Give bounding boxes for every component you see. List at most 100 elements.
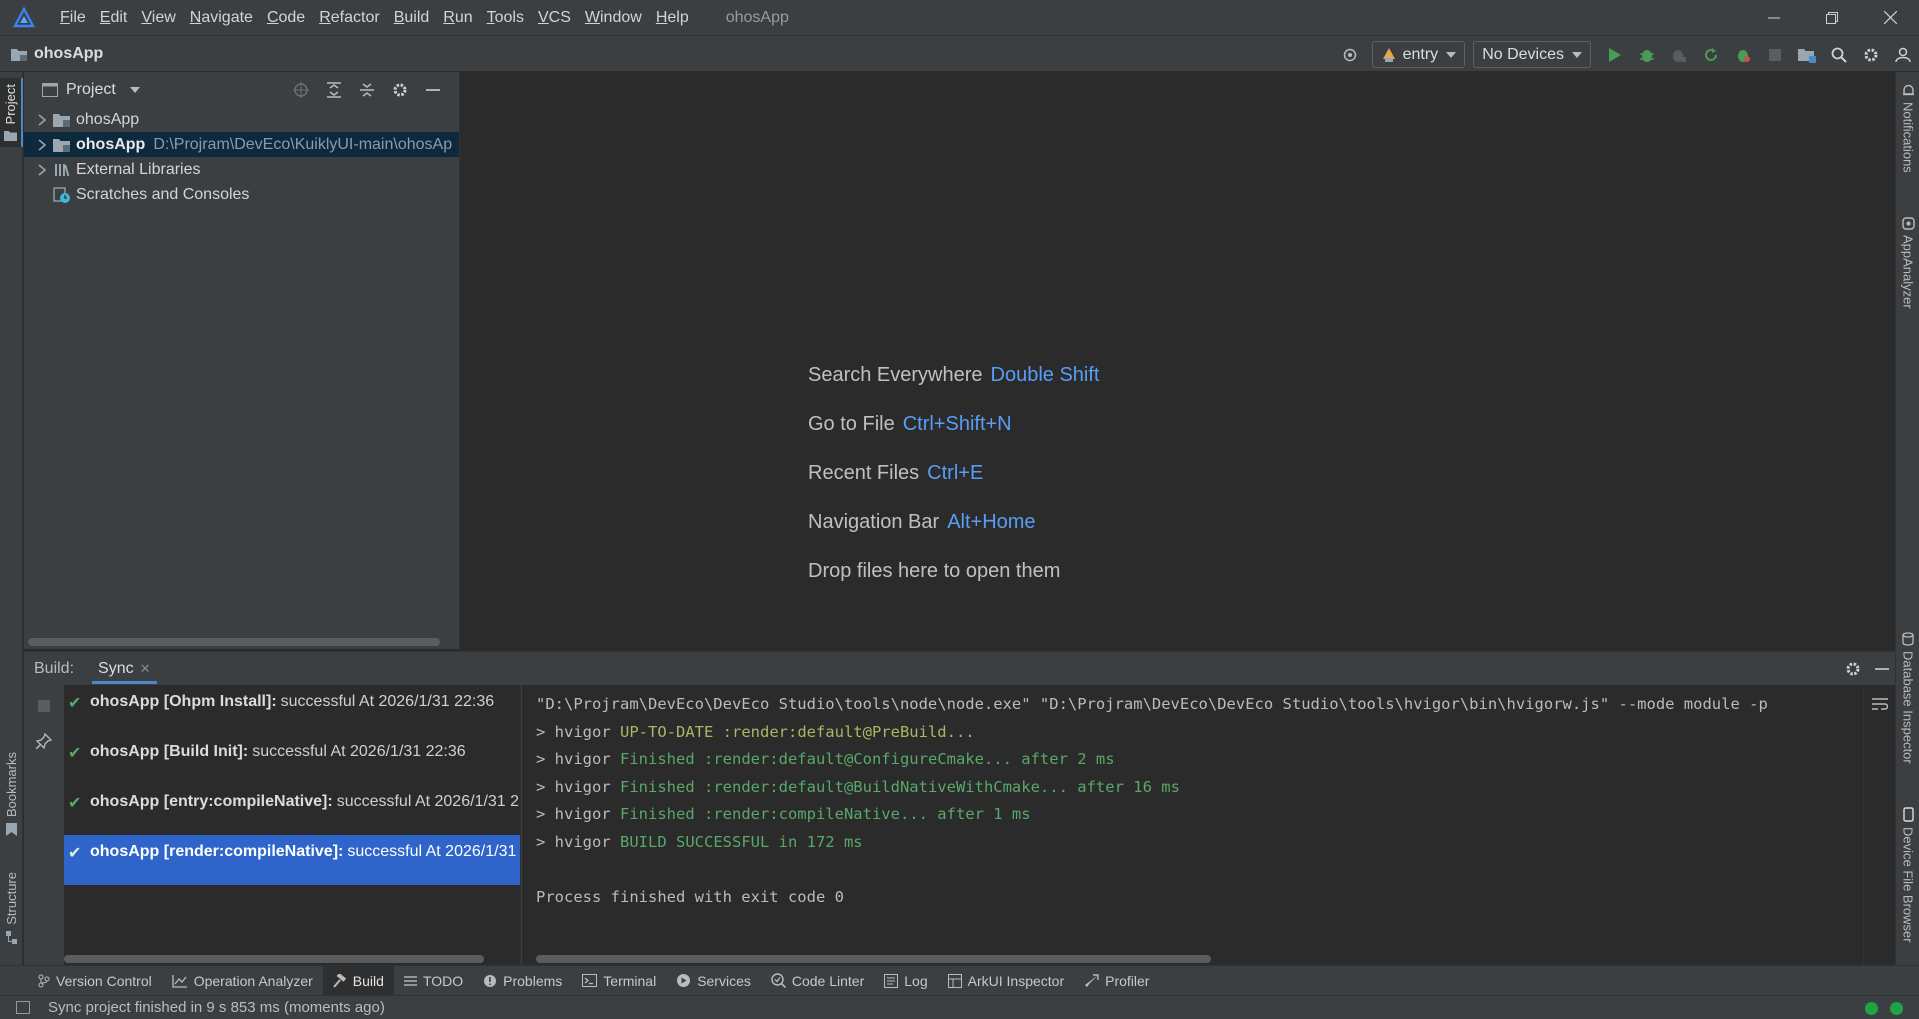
project-options-button[interactable] [383, 72, 416, 107]
build-task-row-selected[interactable]: ✔ ohosApp [render:compileNative]: succes… [64, 835, 520, 885]
menu-refactor[interactable]: Refactor [312, 0, 386, 35]
tab-bookmarks[interactable]: Bookmarks [0, 752, 23, 837]
build-tree-horizontal-scrollbar[interactable] [64, 955, 484, 963]
close-window-button[interactable] [1861, 0, 1919, 35]
breadcrumb[interactable]: ohosApp [11, 45, 103, 63]
menu-code[interactable]: Code [260, 0, 312, 35]
project-tree: ohosApp ohosApp D:\Projram\DevEco\Kuikly… [24, 107, 459, 207]
hint-label: Navigation Bar [808, 511, 940, 533]
tab-terminal[interactable]: Terminal [572, 966, 666, 996]
bell-icon [1902, 84, 1914, 96]
tab-notifications[interactable]: Notifications [1896, 84, 1919, 173]
project-view-select[interactable]: Project [66, 81, 116, 99]
expand-all-button[interactable] [317, 72, 350, 107]
account-button[interactable] [1887, 36, 1919, 73]
minimize-button[interactable] [1745, 0, 1803, 35]
tab-appanalyzer[interactable]: AppAnalyzer [1896, 217, 1919, 309]
restore-button[interactable] [1803, 0, 1861, 35]
project-structure-button[interactable] [1791, 36, 1823, 73]
menu-file[interactable]: File [53, 0, 93, 35]
tree-item-label: ohosApp [76, 110, 140, 128]
chevron-right-icon[interactable] [32, 163, 52, 176]
tab-device-file-browser[interactable]: Device File Browser [1896, 807, 1919, 943]
tab-services[interactable]: Services [666, 966, 761, 996]
collapse-all-button[interactable] [350, 72, 383, 107]
collapse-all-icon [359, 82, 374, 97]
hint-label: Recent Files [808, 462, 920, 484]
tree-item-ohosapp-root[interactable]: ohosApp D:\Projram\DevEco\KuiklyUI-main\… [24, 132, 459, 157]
tab-arkui-inspector[interactable]: ArkUI Inspector [938, 966, 1074, 996]
tab-operation-analyzer[interactable]: Operation Analyzer [162, 966, 323, 996]
build-task-name: ohosApp [Ohpm Install]: [90, 693, 277, 710]
settings-button[interactable] [1855, 36, 1887, 73]
tab-database-inspector[interactable]: Database Inspector [1896, 632, 1919, 764]
menu-edit[interactable]: Edit [93, 0, 135, 35]
hide-panel-button[interactable] [416, 72, 449, 107]
menu-help[interactable]: Help [649, 0, 696, 35]
build-task-row[interactable]: ✔ ohosApp [Build Init]: successful At 20… [64, 735, 520, 785]
refresh-icon [1705, 47, 1717, 61]
tab-sync[interactable]: Sync ✕ [92, 652, 158, 685]
toggle-tool-windows-icon[interactable] [16, 1001, 30, 1014]
build-options-button[interactable] [1836, 651, 1869, 686]
tree-item-scratches[interactable]: Scratches and Consoles [24, 182, 459, 207]
tab-todo[interactable]: TODO [394, 966, 473, 996]
status-message[interactable]: Sync project finished in 9 s 853 ms (mom… [48, 999, 385, 1016]
tree-item-ohosapp[interactable]: ohosApp [24, 107, 459, 132]
status-indicator-icon[interactable] [1865, 1002, 1878, 1015]
apply-changes-button[interactable] [1695, 36, 1727, 73]
status-bar: Sync project finished in 9 s 853 ms (mom… [0, 995, 1919, 1019]
console-line: "D:\Projram\DevEco\DevEco Studio\tools\n… [536, 695, 1768, 713]
run-config-select[interactable]: entry [1371, 41, 1466, 68]
search-everywhere-button[interactable] [1823, 36, 1855, 73]
profile-button[interactable] [1727, 36, 1759, 73]
menu-navigate[interactable]: Navigate [183, 0, 260, 35]
menu-view[interactable]: View [134, 0, 182, 35]
attach-debugger-button[interactable] [1663, 36, 1695, 73]
chevron-down-icon[interactable] [129, 86, 140, 93]
menu-tools[interactable]: Tools [480, 0, 531, 35]
profile-bug-icon [1738, 49, 1750, 62]
chart-icon [172, 974, 188, 988]
chevron-right-icon[interactable] [32, 113, 52, 126]
build-task-row[interactable]: ✔ ohosApp [entry:compileNative]: success… [64, 785, 520, 835]
console-line: > hvigor UP-TO-DATE :render:default@PreB… [536, 722, 975, 741]
device-select[interactable]: No Devices [1473, 41, 1591, 68]
tab-build[interactable]: Build [322, 965, 394, 996]
soft-wrap-button[interactable] [1872, 697, 1889, 715]
console-horizontal-scrollbar[interactable] [536, 955, 1211, 963]
pin-tab-button[interactable] [35, 732, 53, 753]
tree-item-external-libraries[interactable]: External Libraries [24, 157, 459, 182]
tab-project[interactable]: Project [0, 78, 23, 148]
tab-code-linter[interactable]: Code Linter [761, 966, 874, 996]
menu-build[interactable]: Build [387, 0, 437, 35]
run-button[interactable] [1599, 36, 1631, 73]
chevron-right-icon[interactable] [32, 138, 52, 151]
select-opened-file-button[interactable] [284, 72, 317, 107]
tab-version-control[interactable]: Version Control [28, 966, 162, 996]
status-indicator-icon[interactable] [1890, 1002, 1903, 1015]
stop-button[interactable] [1759, 36, 1791, 73]
breadcrumb-project[interactable]: ohosApp [34, 45, 103, 63]
tab-sync-label: Sync [98, 659, 134, 677]
minus-icon [1875, 667, 1889, 670]
hide-build-panel-button[interactable] [1869, 651, 1895, 686]
hammer-icon [333, 973, 347, 988]
locate-button[interactable] [1334, 36, 1366, 73]
tab-log[interactable]: Log [874, 966, 937, 996]
menu-run[interactable]: Run [436, 0, 479, 35]
build-task-row[interactable]: ✔ ohosApp [Ohpm Install]: successful At … [64, 685, 520, 735]
menu-window[interactable]: Window [578, 0, 649, 35]
build-task-name: ohosApp [Build Init]: [90, 743, 249, 760]
build-console-output[interactable]: "D:\Projram\DevEco\DevEco Studio\tools\n… [522, 685, 1877, 966]
tab-problems[interactable]: Problems [473, 966, 572, 996]
close-tab-icon[interactable]: ✕ [140, 661, 151, 677]
tab-structure[interactable]: Structure [0, 872, 23, 944]
debug-button[interactable] [1631, 36, 1663, 73]
stop-build-button[interactable] [38, 699, 50, 716]
menu-vcs[interactable]: VCS [531, 0, 578, 35]
tab-profiler[interactable]: Profiler [1074, 966, 1159, 996]
project-horizontal-scrollbar[interactable] [28, 638, 440, 646]
editor-empty-area[interactable]: Search Everywhere Double Shift Go to File… [461, 72, 1895, 649]
check-icon: ✔ [68, 745, 82, 762]
